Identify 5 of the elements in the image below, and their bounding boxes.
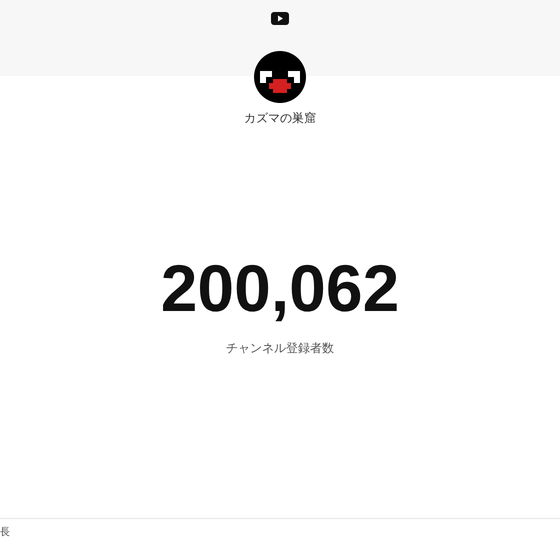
subscriber-count: 200,062: [160, 255, 400, 321]
subscriber-label: チャンネル登録者数: [226, 340, 334, 357]
footer-text: 長: [0, 527, 10, 538]
play-icon[interactable]: [271, 12, 289, 25]
channel-name: カズマの巣窟: [244, 110, 316, 127]
